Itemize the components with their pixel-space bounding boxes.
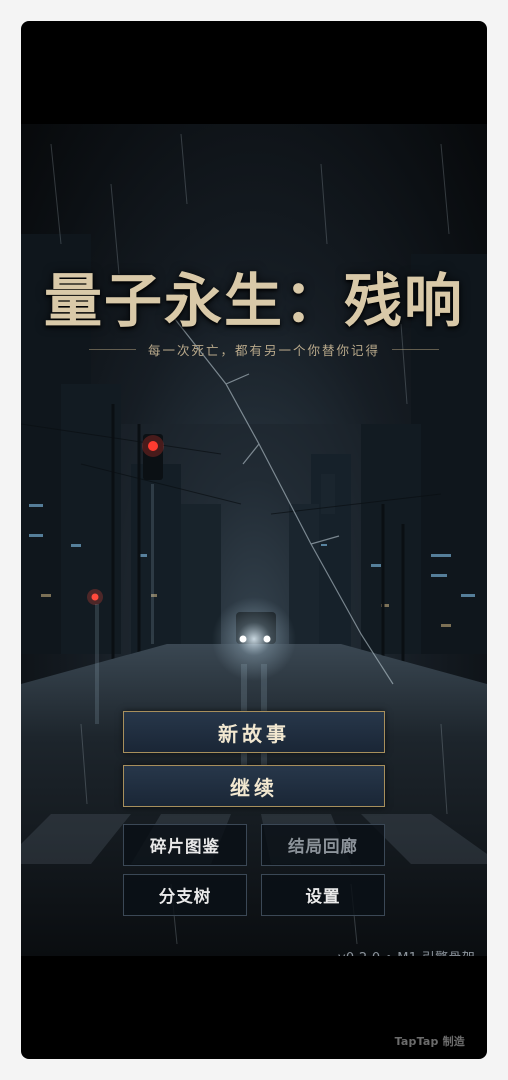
title-screen: 量子永生：残响 每一次死亡，都有另一个你替你记得 新故事 继续 碎片图鉴 结局回… [21, 124, 487, 956]
branch-tree-button[interactable]: 分支树 [123, 874, 247, 916]
rainy-city-background [21, 133, 487, 956]
ending-gallery-button[interactable]: 结局回廊 [261, 824, 385, 866]
settings-button[interactable]: 设置 [261, 874, 385, 916]
tagline-row: 每一次死亡，都有另一个你替你记得 [89, 340, 440, 358]
fragment-gallery-button[interactable]: 碎片图鉴 [123, 824, 247, 866]
tagline: 每一次死亡，都有另一个你替你记得 [148, 342, 381, 358]
version-label: v0.2.0 • M1 引擎骨架 [338, 947, 475, 956]
divider-right [392, 348, 440, 350]
divider-left [89, 348, 136, 350]
new-story-button[interactable]: 新故事 [123, 711, 385, 753]
game-title: 量子永生：残响 [43, 267, 464, 335]
taptap-watermark: TapTap 制造 [394, 1035, 465, 1048]
continue-button[interactable]: 继续 [123, 765, 385, 807]
game-window: 量子永生：残响 每一次死亡，都有另一个你替你记得 新故事 继续 碎片图鉴 结局回… [21, 21, 487, 1059]
